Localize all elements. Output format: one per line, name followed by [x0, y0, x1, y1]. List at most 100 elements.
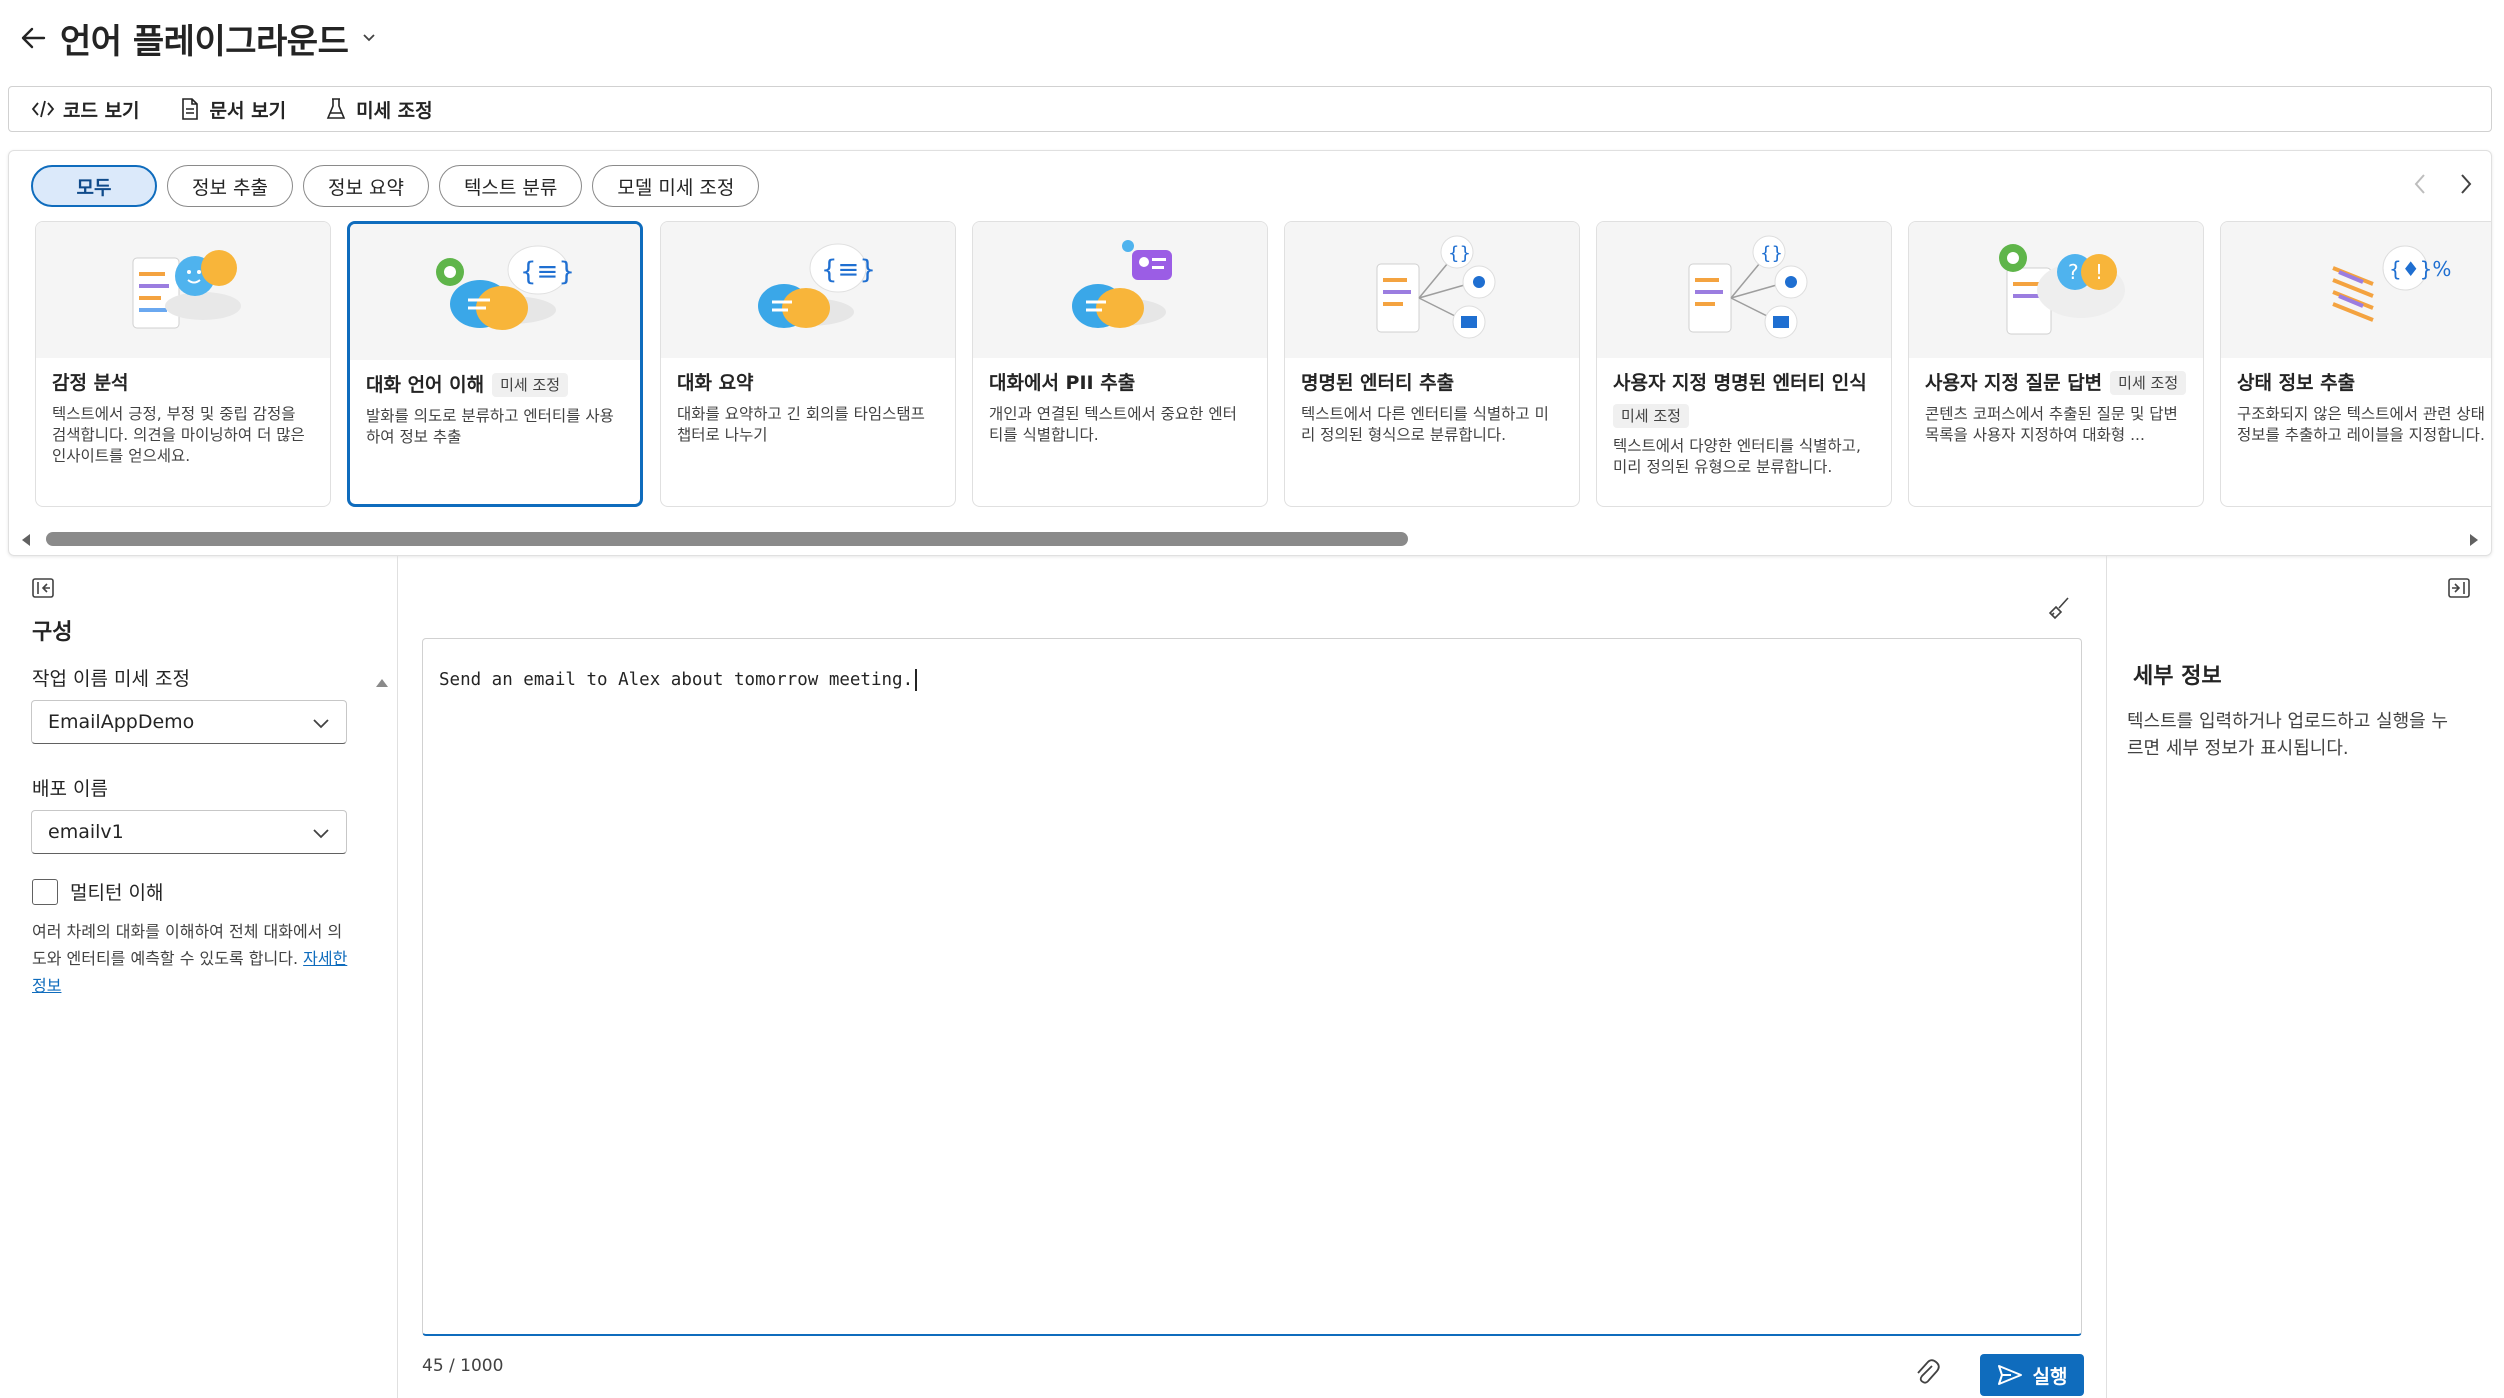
filter-pills: 모두 정보 추출 정보 요약 텍스트 분류 모델 미세 조정 — [31, 165, 769, 207]
expand-panel-icon[interactable] — [2448, 578, 2470, 602]
page-title: 언어 플레이그라운드 — [60, 21, 349, 62]
gallery-next-icon[interactable] — [2455, 173, 2477, 195]
filter-classify[interactable]: 텍스트 분류 — [438, 165, 583, 207]
chevron-down-icon — [312, 823, 330, 845]
scenario-gallery: 모두 정보 추출 정보 요약 텍스트 분류 모델 미세 조정 감정 분석 텍스트… — [8, 150, 2492, 556]
clear-brush-icon[interactable] — [2048, 596, 2072, 624]
svg-text:{♦}%: {♦}% — [2389, 257, 2451, 281]
scroll-up-icon[interactable] — [374, 674, 390, 693]
details-title: 세부 정보 — [2133, 664, 2222, 689]
card-title: 사용자 지정 명명된 엔터티 인식 — [1613, 372, 1867, 394]
flask-icon — [324, 97, 348, 121]
toolbar: 코드 보기 문서 보기 미세 조정 — [8, 86, 2492, 132]
svg-text:!: ! — [2095, 260, 2103, 284]
multiturn-checkbox-row[interactable]: 멀티턴 이해 — [32, 878, 163, 905]
view-docs-button[interactable]: 문서 보기 — [178, 96, 287, 123]
help-text: 여러 차례의 대화를 이해하여 전체 대화에서 의도와 엔터티를 예측할 수 있… — [32, 922, 343, 968]
qa-icon: ? ! — [1909, 222, 2203, 358]
view-code-button[interactable]: 코드 보기 — [31, 96, 140, 123]
card-description: 텍스트에서 다른 엔터티를 식별하고 미리 정의된 형식으로 분류합니다. — [1301, 405, 1549, 444]
page-header: 언어 플레이그라운드 — [16, 8, 380, 68]
card-description: 대화를 요약하고 긴 회의를 타임스탬프 챕터로 나누기 — [677, 405, 925, 444]
multiturn-checkbox[interactable] — [32, 878, 58, 905]
task-dropdown[interactable]: EmailAppDemo — [31, 700, 347, 744]
chevron-down-icon — [312, 713, 330, 735]
health-icon: {♦}% — [2221, 222, 2491, 358]
card-description: 콘텐츠 코퍼스에서 추출된 질문 및 답변 목록을 사용자 지정하여 대화형 .… — [1925, 405, 2178, 444]
run-button[interactable]: 실행 — [1980, 1354, 2084, 1396]
deploy-dropdown[interactable]: emailv1 — [31, 810, 347, 854]
filter-extract[interactable]: 정보 추출 — [167, 165, 293, 207]
deploy-label: 배포 이름 — [32, 778, 108, 800]
card-title: 사용자 지정 질문 답변 — [1925, 372, 2103, 394]
svg-text:?: ? — [2068, 260, 2079, 284]
char-counter: 45 / 1000 — [422, 1356, 504, 1376]
card-description: 텍스트에서 다양한 엔터티를 식별하고, 미리 정의된 유형으로 분류합니다. — [1613, 437, 1861, 476]
title-chevron-down-icon[interactable] — [358, 27, 380, 49]
card-sentiment-analysis[interactable]: 감정 분석 텍스트에서 긍정, 부정 및 중립 감정을 검색합니다. 의견을 마… — [35, 221, 331, 507]
conversation-icon: {≡} — [350, 224, 640, 360]
send-icon — [1997, 1364, 2023, 1386]
filter-finetune[interactable]: 모델 미세 조정 — [592, 165, 760, 207]
finetune-badge: 미세 조정 — [1613, 404, 1689, 428]
pii-icon — [973, 222, 1267, 358]
summary-icon: {≡} — [661, 222, 955, 358]
collapse-panel-icon[interactable] — [32, 578, 54, 602]
config-panel: 구성 작업 이름 미세 조정 EmailAppDemo 배포 이름 emailv… — [8, 556, 398, 1398]
card-title: 상태 정보 추출 — [2237, 372, 2356, 394]
card-description: 발화를 의도로 분류하고 엔터티를 사용하여 정보 추출 — [366, 407, 614, 446]
card-description: 구조화되지 않은 텍스트에서 관련 상태 정보를 추출하고 레이블을 지정합니다… — [2237, 405, 2485, 444]
multiturn-help: 여러 차례의 대화를 이해하여 전체 대화에서 의도와 엔터티를 예측할 수 있… — [32, 918, 350, 999]
finetune-button[interactable]: 미세 조정 — [324, 96, 433, 123]
deploy-value: emailv1 — [48, 821, 124, 843]
svg-text:{}: {} — [1448, 243, 1471, 264]
details-panel: 세부 정보 텍스트를 입력하거나 업로드하고 실행을 누르면 세부 정보가 표시… — [2106, 556, 2504, 1398]
scrollbar-thumb[interactable] — [46, 532, 1408, 546]
ner-icon: {} — [1285, 222, 1579, 358]
multiturn-label: 멀티턴 이해 — [70, 882, 164, 904]
scenario-cards: 감정 분석 텍스트에서 긍정, 부정 및 중립 감정을 검색합니다. 의견을 마… — [35, 221, 2491, 511]
back-arrow-icon[interactable] — [16, 21, 50, 55]
scroll-right-icon[interactable] — [2468, 532, 2480, 551]
card-title: 감정 분석 — [52, 372, 129, 394]
config-title: 구성 — [32, 620, 73, 645]
filter-summarize[interactable]: 정보 요약 — [302, 165, 429, 207]
svg-text:{≡}: {≡} — [520, 257, 575, 287]
card-title: 대화 요약 — [677, 372, 754, 394]
card-custom-question-answering[interactable]: ? ! 사용자 지정 질문 답변 미세 조정 콘텐츠 코퍼스에서 추출된 질문 및… — [1908, 221, 2204, 507]
card-title: 명명된 엔터티 추출 — [1301, 372, 1455, 394]
view-code-label: 코드 보기 — [63, 99, 140, 122]
code-icon — [31, 97, 55, 121]
card-description: 개인과 연결된 텍스트에서 중요한 엔터티를 식별합니다. — [989, 405, 1237, 444]
finetune-label: 미세 조정 — [356, 99, 433, 122]
input-text: Send an email to Alex about tomorrow mee… — [439, 670, 914, 690]
card-conversation-summarization[interactable]: {≡} 대화 요약 대화를 요약하고 긴 회의를 타임스탬프 챕터로 나누기 — [660, 221, 956, 507]
scroll-left-icon[interactable] — [20, 532, 32, 551]
card-title: 대화 언어 이해 — [366, 374, 485, 396]
run-label: 실행 — [2032, 1365, 2068, 1388]
custom-ner-icon: {} — [1597, 222, 1891, 358]
task-label: 작업 이름 미세 조정 — [32, 668, 190, 690]
gallery-scrollbar[interactable] — [8, 528, 2492, 550]
text-caret — [915, 669, 918, 691]
svg-text:{≡}: {≡} — [821, 255, 876, 285]
card-pii-extraction[interactable]: 대화에서 PII 추출 개인과 연결된 텍스트에서 중요한 엔터티를 식별합니다… — [972, 221, 1268, 507]
finetune-badge: 미세 조정 — [492, 373, 569, 397]
gallery-prev-icon[interactable] — [2409, 173, 2431, 195]
task-value: EmailAppDemo — [48, 711, 195, 733]
finetune-badge: 미세 조정 — [2110, 371, 2187, 395]
filter-all[interactable]: 모두 — [31, 165, 157, 207]
card-description: 텍스트에서 긍정, 부정 및 중립 감정을 검색합니다. 의견을 마이닝하여 더… — [52, 405, 305, 465]
sentiment-icon — [36, 222, 330, 358]
card-custom-ner[interactable]: {} 사용자 지정 명명된 엔터티 인식미세 조정 텍스트에서 다양한 엔터티를… — [1596, 221, 1892, 507]
details-text: 텍스트를 입력하거나 업로드하고 실행을 누르면 세부 정보가 표시됩니다. — [2127, 711, 2448, 759]
card-conversational-language-understanding[interactable]: {≡} 대화 언어 이해 미세 조정 발화를 의도로 분류하고 엔터티를 사용하여… — [347, 221, 643, 507]
view-docs-label: 문서 보기 — [209, 99, 287, 122]
svg-text:{}: {} — [1760, 243, 1783, 264]
attach-icon[interactable] — [1914, 1358, 1940, 1390]
card-named-entity-extraction[interactable]: {} 명명된 엔터티 추출 텍스트에서 다른 엔터티를 식별하고 미리 정의된 … — [1284, 221, 1580, 507]
document-icon — [178, 97, 202, 121]
card-health-info-extraction[interactable]: {♦}% 상태 정보 추출 구조화되지 않은 텍스트에서 관련 상태 정보를 추… — [2220, 221, 2491, 507]
card-title: 대화에서 PII 추출 — [989, 372, 1136, 394]
input-textarea[interactable]: Send an email to Alex about tomorrow mee… — [422, 638, 2082, 1336]
